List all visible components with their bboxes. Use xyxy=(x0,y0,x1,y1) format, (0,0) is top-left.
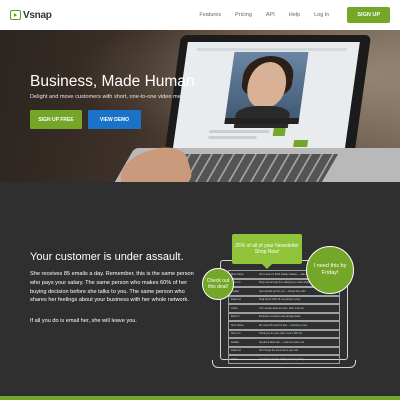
screen-text-line xyxy=(208,136,257,139)
section-paragraph: She receives 85 emails a day. Remember, … xyxy=(30,271,194,304)
email-row: Deals Inc Final hours! 40% off everything… xyxy=(228,295,340,304)
hero-section: Business, Made Human Delight and move cu… xyxy=(0,30,400,182)
hero-subtitle: Delight and move customers with short, o… xyxy=(30,94,201,100)
screen-text-line xyxy=(209,130,270,133)
sign-up-free-button[interactable]: SIGN UP FREE xyxy=(30,110,82,129)
screen-green-button xyxy=(272,128,286,136)
nav-log-in[interactable]: Log In xyxy=(314,12,329,18)
screen-send-button xyxy=(293,140,309,147)
inbox-illustration: Shop Name Don't miss our 2014 holiday cat… xyxy=(200,230,370,380)
hero-title: Business, Made Human xyxy=(30,73,195,90)
email-row: Store Co Thank you for your order, here's… xyxy=(228,329,340,338)
logo[interactable]: Vsnap xyxy=(10,9,52,21)
play-logo-icon xyxy=(10,10,21,20)
page: Vsnap Features Pricing API Help Log In S… xyxy=(0,0,400,400)
video-preview xyxy=(224,52,309,128)
bottom-accent-bar xyxy=(0,396,400,400)
email-row: Outlet Your weekly deals are here, don't … xyxy=(228,304,340,313)
laptop-screen-content xyxy=(172,42,360,154)
nav-pricing[interactable]: Pricing xyxy=(235,12,252,18)
video-controls xyxy=(224,118,300,124)
email-row: Retailer Weekend flash sale — shop the lo… xyxy=(228,338,340,347)
speech-bubble-top: 26% of all of your Newsletter Shop Now! xyxy=(232,234,302,269)
logo-text: Vsnap xyxy=(23,9,52,21)
nav-menu: Features Pricing API Help Log In SIGN UP xyxy=(199,0,390,30)
section-paragraph-2: If all you do is email her, she will lea… xyxy=(30,318,137,324)
sign-up-button[interactable]: SIGN UP xyxy=(347,7,390,23)
view-demo-label: VIEW DEMO xyxy=(99,116,130,123)
view-demo-button[interactable]: VIEW DEMO xyxy=(88,110,141,129)
email-row: Outlet Last chance for the holiday specia… xyxy=(228,355,340,364)
speech-bubble-left: Check out this deal! xyxy=(202,268,234,300)
nav-api[interactable]: API xyxy=(266,12,275,18)
speech-bubble-right: I need this by Friday! xyxy=(306,246,354,294)
screen-toolbar xyxy=(196,48,348,51)
nav-help[interactable]: Help xyxy=(289,12,300,18)
top-nav-bar: Vsnap Features Pricing API Help Log In S… xyxy=(0,0,400,30)
section-title: Your customer is under assault. xyxy=(30,251,184,263)
email-row: Brand X Exclusive members-only savings in… xyxy=(228,312,340,321)
email-row: Deals Inc Don't forget the items left in … xyxy=(228,346,340,355)
video-person-shirt xyxy=(233,106,291,128)
nav-features[interactable]: Features xyxy=(199,12,221,18)
email-row: Shop Name We saved the best for last — cl… xyxy=(228,321,340,330)
